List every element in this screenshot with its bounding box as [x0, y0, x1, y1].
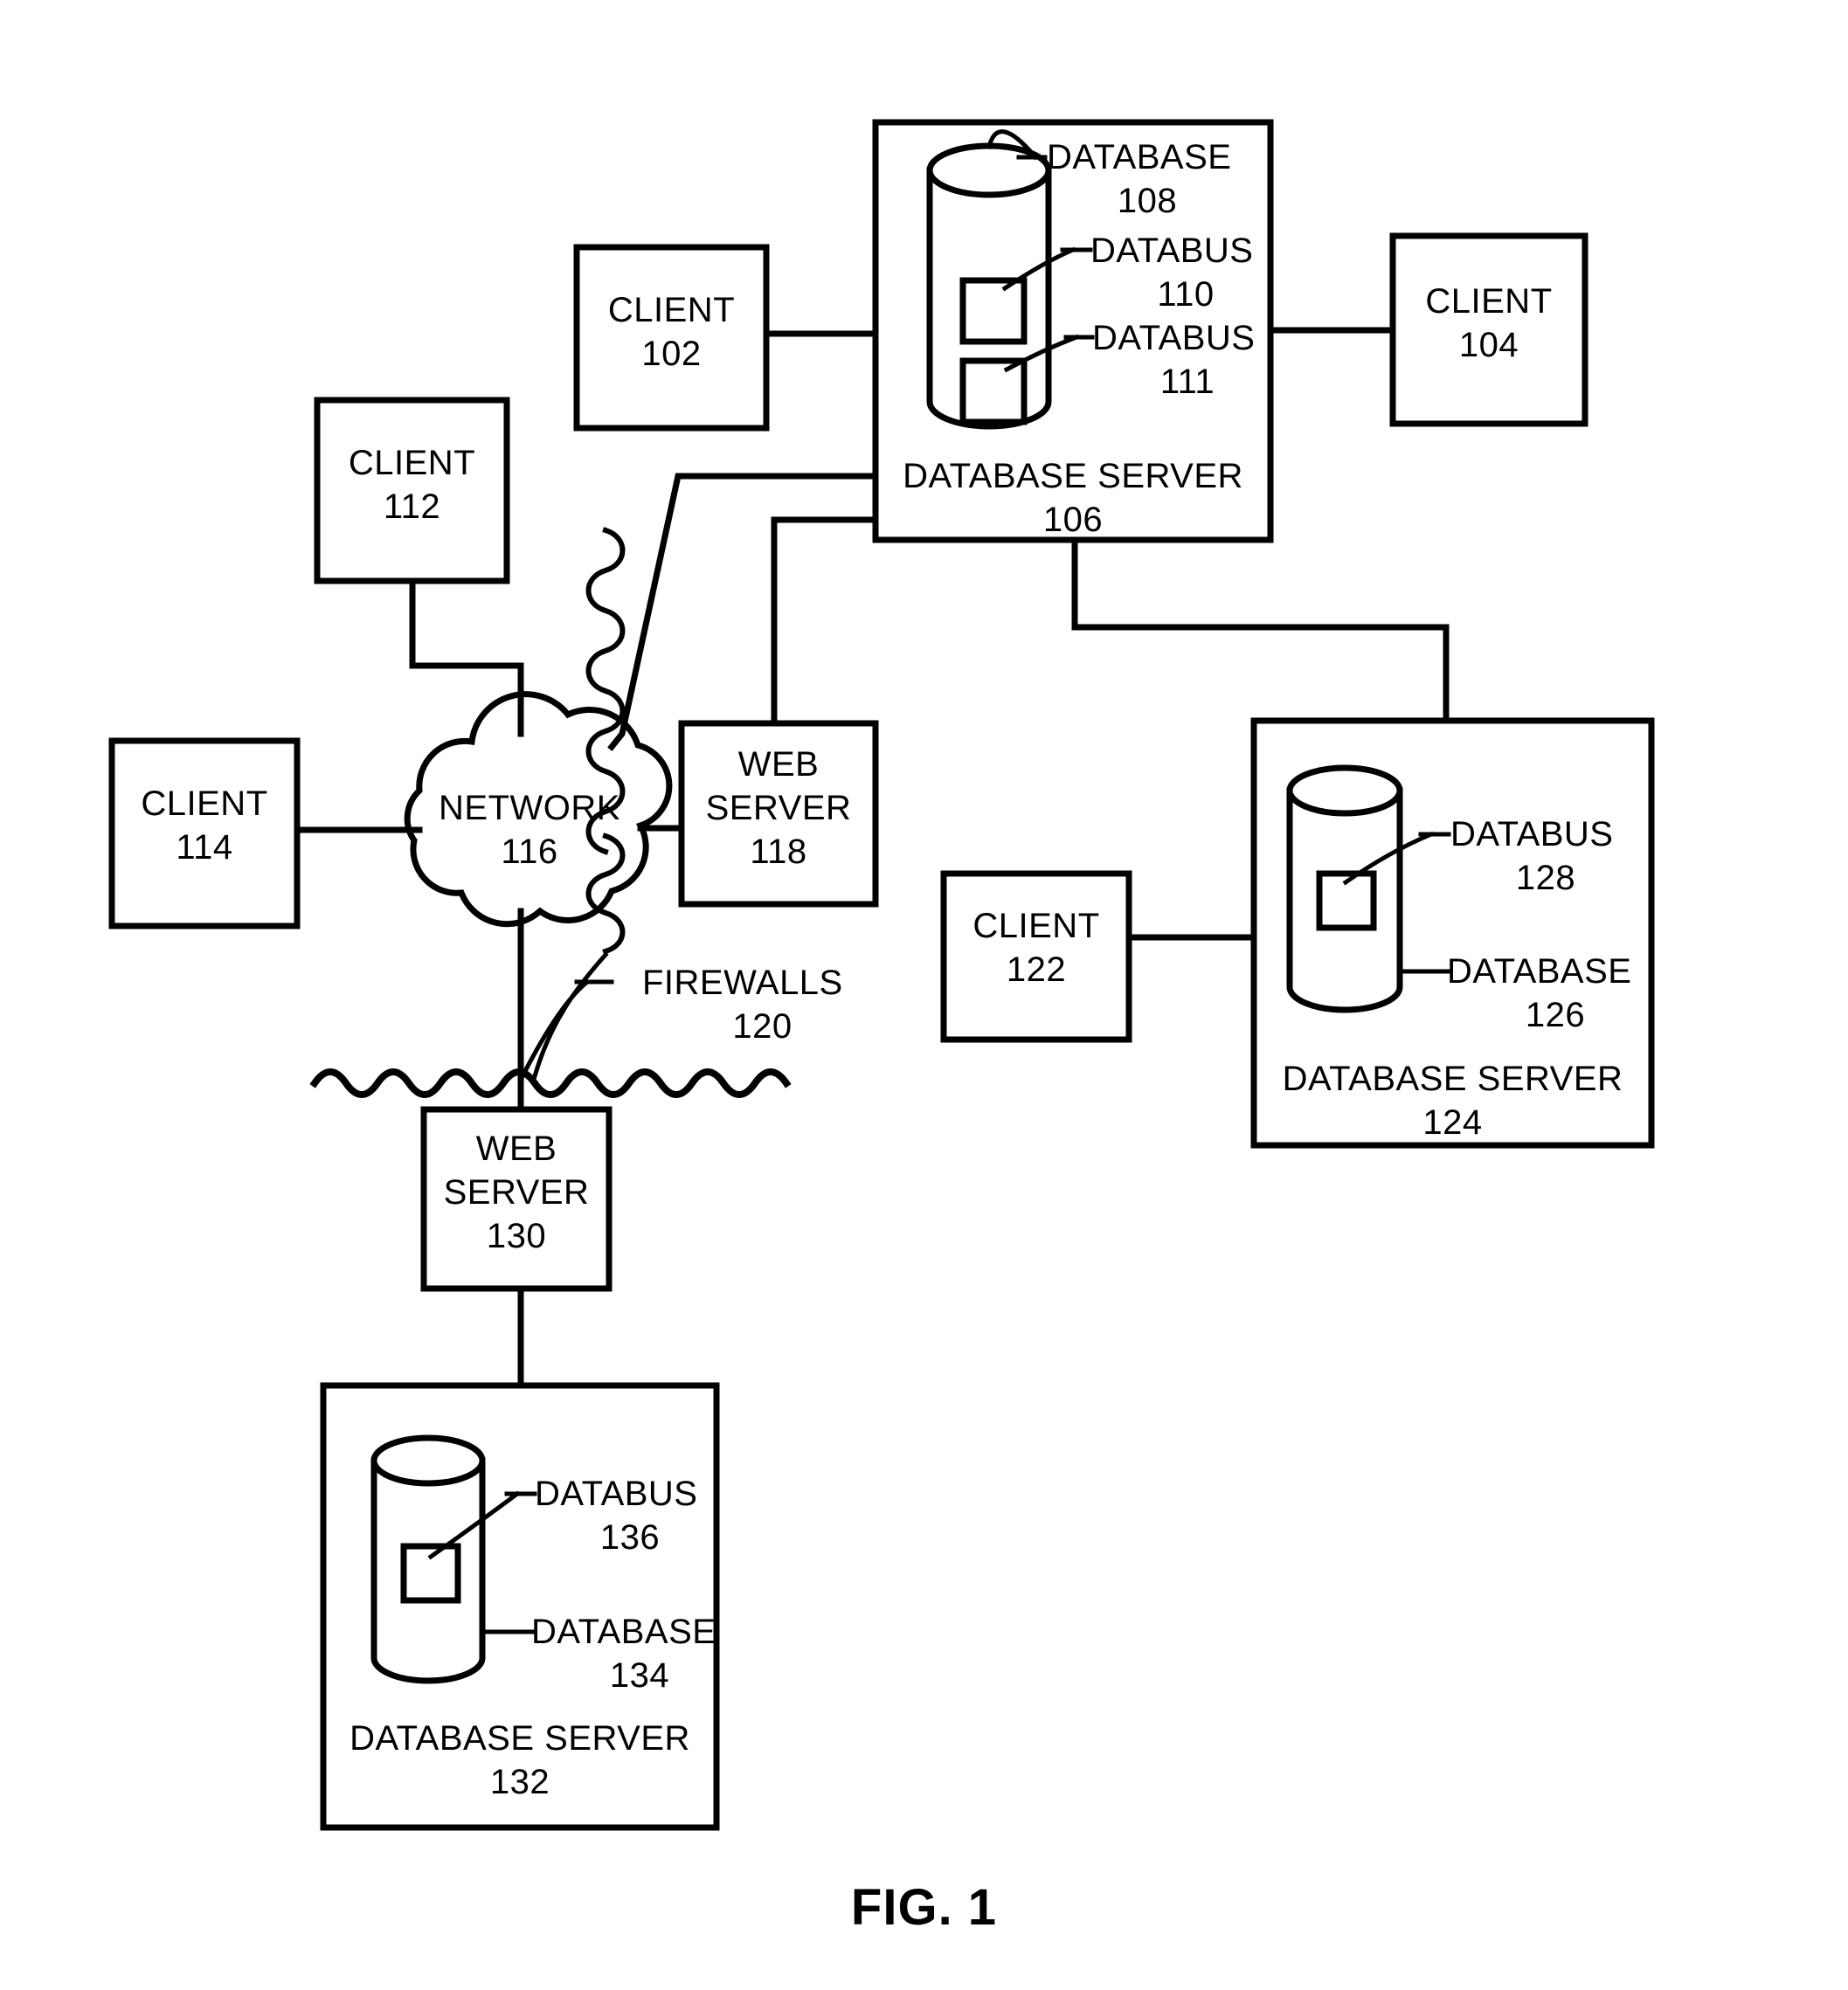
client-112-label: CLIENT — [348, 444, 476, 482]
database-134-cylinder-top — [370, 1434, 486, 1487]
firewall-wavy-barrier — [309, 1068, 792, 1098]
database-108-cylinder-body — [926, 167, 1052, 430]
client-104-ref: 104 — [1458, 326, 1519, 364]
client-102-ref: 102 — [641, 335, 702, 373]
database-server-132-label: DATABASE SERVER — [350, 1719, 690, 1758]
database-server-132-ref: 132 — [489, 1763, 550, 1801]
databus-110-ref: 110 — [1157, 275, 1215, 314]
databus-110-label: DATABUS — [1090, 231, 1254, 270]
database-108-ref: 108 — [1117, 182, 1178, 220]
databus-110-square — [959, 277, 1028, 345]
client-104-label: CLIENT — [1425, 282, 1553, 321]
client-112-ref: 112 — [383, 487, 441, 526]
firewall-connector-curve — [531, 951, 609, 1080]
client-114-ref: 114 — [176, 828, 233, 867]
database-126-cylinder-top — [1286, 764, 1403, 817]
client-114-label: CLIENT — [141, 784, 268, 823]
database-server-124-label: DATABASE SERVER — [1282, 1060, 1623, 1098]
web-server-130-ref: 130 — [486, 1217, 547, 1255]
client-102-label: CLIENT — [607, 291, 736, 329]
database-134-cylinder-body — [370, 1457, 486, 1684]
leader-databus-136 — [427, 1490, 521, 1560]
web-server-118-label-line2: SERVER — [705, 789, 852, 827]
databus-111-ref: 111 — [1159, 363, 1215, 401]
web-server-118-ref: 118 — [750, 833, 807, 871]
database-126-cylinder-body — [1286, 787, 1403, 1013]
figure-caption: FIG. 1 — [850, 1879, 998, 1936]
database-server-124-ref: 124 — [1422, 1103, 1483, 1142]
database-server-106-label: DATABASE SERVER — [903, 457, 1243, 495]
database-134-ref: 134 — [609, 1656, 670, 1695]
patent-figure-canvas: CLIENT 102 CLIENT 104 CLIENT 112 CLIENT … — [0, 0, 1848, 1990]
leader-databus-128 — [1342, 831, 1435, 886]
web-server-130-label-line1: WEB — [475, 1130, 557, 1168]
databus-136-ref: 136 — [599, 1518, 661, 1557]
leader-databus-110 — [1001, 246, 1076, 292]
network-116-label: NETWORK — [439, 789, 620, 827]
network-116-ref: 116 — [501, 833, 558, 871]
databus-111-square — [959, 357, 1028, 425]
client-122-ref: 122 — [1006, 950, 1067, 989]
database-108-label: DATABASE — [1047, 138, 1232, 176]
databus-128-label: DATABUS — [1450, 815, 1614, 853]
databus-136-label: DATABUS — [535, 1475, 698, 1513]
firewalls-120-ref: 120 — [732, 1007, 792, 1046]
databus-111-label: DATABUS — [1092, 319, 1256, 357]
database-126-label: DATABASE — [1447, 952, 1632, 991]
client-122-label: CLIENT — [972, 907, 1100, 945]
web-server-118-label-line1: WEB — [737, 745, 820, 784]
databus-128-ref: 128 — [1515, 859, 1576, 897]
web-server-130-label-line2: SERVER — [443, 1173, 590, 1212]
firewalls-120-label: FIREWALLS — [642, 964, 843, 1002]
database-126-ref: 126 — [1525, 996, 1586, 1034]
database-134-label: DATABASE — [531, 1613, 716, 1651]
database-server-106-ref: 106 — [1042, 501, 1104, 539]
link-webserver118-dbserver106 — [771, 516, 879, 727]
link-client112-network — [409, 577, 524, 737]
link-dbserver106-dbserver124 — [1071, 536, 1450, 724]
